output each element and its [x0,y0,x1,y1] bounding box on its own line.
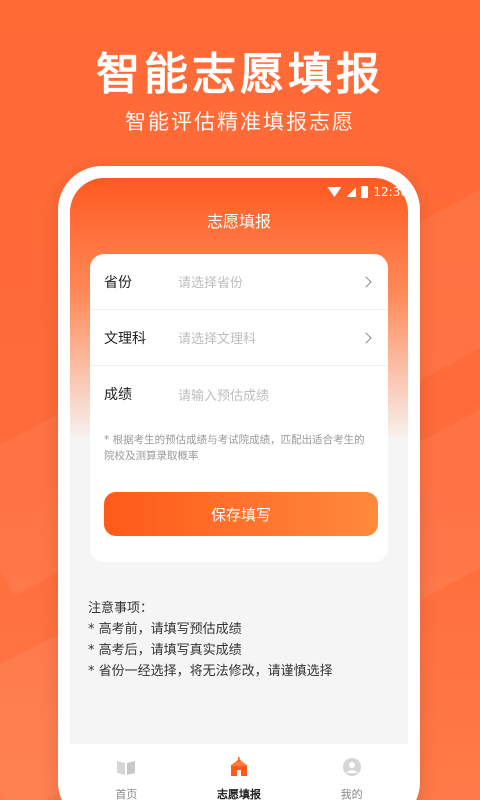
form-hint: * 根据考生的预估成绩与考试院成绩，匹配出适合考生的院校及测算录取概率 [104,434,365,462]
score-label: 成绩 [104,387,132,403]
status-time: 12:30 [373,185,408,199]
province-label: 省份 [104,274,132,291]
province-select[interactable]: 请选择省份 [178,272,362,291]
phone-frame: 12:30 志愿填报 省份 请选择省份 文理科 请选择文理科 成绩 请输入预估成… [58,166,420,800]
battery-icon [361,186,369,198]
tab-home-label: 首页 [115,788,138,800]
profile-icon [342,758,361,776]
subject-row[interactable]: 文理科 请选择文理科 [90,310,388,366]
tab-home[interactable]: 首页 [81,756,171,800]
notes-item: * 高考前，请填写预估成绩 [88,622,242,637]
notes-item: * 高考后，请填写真实成绩 [88,643,242,658]
hero-title: 智能志愿填报 [96,49,384,100]
form-card: 省份 请选择省份 文理科 请选择文理科 成绩 请输入预估成绩 * 根据考生的预估… [90,254,388,562]
notes-title: 注意事项： [88,601,154,616]
subject-label: 文理科 [104,330,146,347]
school-icon [229,757,248,776]
phone-screen: 12:30 志愿填报 省份 请选择省份 文理科 请选择文理科 成绩 请输入预估成… [70,178,408,800]
tab-profile[interactable]: 我的 [307,756,397,800]
chevron-right-icon [360,275,372,288]
status-bar: 12:30 [327,182,408,202]
tab-bar: 首页 志愿填报 我的 [70,744,408,800]
tab-apply-label: 志愿填报 [216,788,261,800]
page-title: 志愿填报 [206,212,271,231]
notes-item: * 省份一经选择，将无法修改，请谨慎选择 [88,664,333,679]
wifi-icon [327,187,342,197]
notes-section: 注意事项： * 高考前，请填写预估成绩 * 高考后，请填写真实成绩 * 省份一经… [88,598,333,682]
hero-subtitle: 智能评估精准填报志愿 [125,110,355,134]
signal-icon [346,187,357,197]
subject-select[interactable]: 请选择文理科 [178,328,362,347]
tab-profile-label: 我的 [340,788,363,800]
province-row[interactable]: 省份 请选择省份 [90,254,388,310]
score-row[interactable]: 成绩 请输入预估成绩 [90,366,388,422]
chevron-right-icon [360,331,372,344]
save-button[interactable]: 保存填写 [104,492,378,536]
score-input[interactable]: 请输入预估成绩 [178,385,374,404]
tab-apply[interactable]: 志愿填报 [194,756,284,800]
book-icon [117,761,136,775]
